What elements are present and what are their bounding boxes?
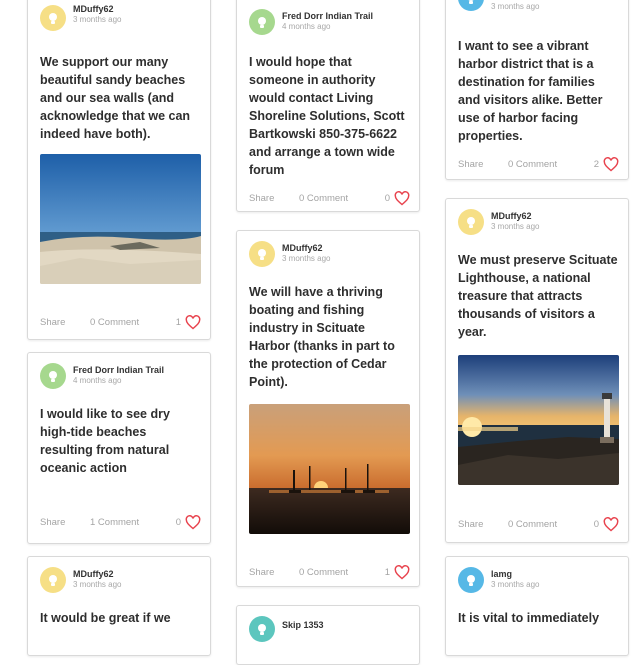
user-avatar[interactable]	[458, 567, 484, 593]
author-name[interactable]: MDuffy62	[73, 569, 114, 579]
user-avatar[interactable]	[40, 5, 66, 31]
comment-link[interactable]: 0 Comment	[299, 567, 348, 578]
author-name[interactable]: Fred Dorr Indian Trail	[73, 365, 164, 375]
post-time: 3 months ago	[491, 2, 540, 11]
user-avatar[interactable]	[249, 616, 275, 642]
share-link[interactable]: Share	[249, 193, 274, 204]
post-text: It is vital to immediately	[458, 611, 600, 625]
lightbulb-icon	[49, 13, 57, 24]
post-card[interactable]: MDuffy62 3 months ago We support our man…	[27, 0, 211, 340]
post-card[interactable]: MDuffy62 3 months ago It would be great …	[27, 556, 211, 656]
lightbulb-icon	[258, 624, 266, 635]
comment-link[interactable]: 0 Comment	[508, 159, 557, 170]
post-card[interactable]: Skip 1353	[236, 605, 420, 665]
post-photo[interactable]	[40, 154, 201, 284]
user-avatar[interactable]	[458, 0, 484, 11]
user-avatar[interactable]	[249, 241, 275, 267]
post-time: 3 months ago	[73, 15, 122, 24]
like-count: 0	[175, 517, 181, 528]
author-name[interactable]: MDuffy62	[491, 211, 532, 221]
post-text: I would hope that someone in authority w…	[249, 55, 405, 177]
post-time: 3 months ago	[73, 580, 122, 589]
author-name[interactable]: lamg	[491, 569, 512, 579]
share-link[interactable]: Share	[458, 159, 483, 170]
comment-link[interactable]: 0 Comment	[299, 193, 348, 204]
post-time: 3 months ago	[282, 254, 331, 263]
lightbulb-icon	[258, 249, 266, 260]
comment-link[interactable]: 0 Comment	[90, 317, 139, 328]
post-actions: Share 0 Comment 0	[458, 517, 619, 533]
post-text: I want to see a vibrant harbor district …	[458, 39, 603, 143]
post-text: I would like to see dry high-tide beache…	[40, 407, 170, 475]
author-name[interactable]: MDuffy62	[282, 243, 323, 253]
post-time: 3 months ago	[491, 580, 540, 589]
post-card[interactable]: MDuffy62 3 months ago We must preserve S…	[445, 198, 629, 543]
heart-icon[interactable]	[603, 517, 619, 532]
like-count: 1	[384, 567, 390, 578]
post-card[interactable]: Fred Dorr Indian Trail 4 months ago I wo…	[27, 352, 211, 544]
like-count: 0	[593, 519, 599, 530]
author-name[interactable]: Skip 1353	[282, 620, 324, 630]
lightbulb-icon	[49, 371, 57, 382]
comment-link[interactable]: 1 Comment	[90, 517, 139, 528]
post-actions: Share 0 Comment 1	[40, 315, 201, 331]
post-time: 4 months ago	[73, 376, 122, 385]
author-name[interactable]: Fred Dorr Indian Trail	[282, 11, 373, 21]
post-time: 4 months ago	[282, 22, 331, 31]
comment-link[interactable]: 0 Comment	[508, 519, 557, 530]
share-link[interactable]: Share	[458, 519, 483, 530]
post-time: 3 months ago	[491, 222, 540, 231]
lightbulb-icon	[467, 575, 475, 586]
lightbulb-icon	[467, 217, 475, 228]
share-link[interactable]: Share	[40, 517, 65, 528]
lightbulb-icon	[258, 17, 266, 28]
share-link[interactable]: Share	[249, 567, 274, 578]
post-card[interactable]: lamg 3 months ago It is vital to immedia…	[445, 556, 629, 656]
post-text: It would be great if we	[40, 611, 171, 625]
heart-icon[interactable]	[185, 515, 201, 530]
share-link[interactable]: Share	[40, 317, 65, 328]
like-count: 0	[384, 193, 390, 204]
post-actions: Share 1 Comment 0	[40, 515, 201, 531]
user-avatar[interactable]	[458, 209, 484, 235]
lightbulb-icon	[468, 0, 474, 4]
user-avatar[interactable]	[40, 363, 66, 389]
lightbulb-icon	[49, 575, 57, 586]
post-text: We support our many beautiful sandy beac…	[40, 55, 191, 141]
post-photo[interactable]	[249, 404, 410, 534]
like-count: 1	[175, 317, 181, 328]
heart-icon[interactable]	[394, 565, 410, 580]
post-photo[interactable]	[458, 355, 619, 485]
heart-icon[interactable]	[603, 157, 619, 172]
heart-icon[interactable]	[185, 315, 201, 330]
heart-icon[interactable]	[394, 191, 410, 206]
author-name[interactable]: MDuffy62	[73, 4, 114, 14]
like-count: 2	[593, 159, 599, 170]
post-card[interactable]: 3 months ago I want to see a vibrant har…	[445, 0, 629, 180]
post-card[interactable]: Fred Dorr Indian Trail 4 months ago I wo…	[236, 0, 420, 212]
user-avatar[interactable]	[40, 567, 66, 593]
post-actions: Share 0 Comment 1	[249, 565, 410, 581]
post-card[interactable]: MDuffy62 3 months ago We will have a thr…	[236, 230, 420, 587]
post-actions: Share 0 Comment 2	[458, 157, 619, 173]
user-avatar[interactable]	[249, 9, 275, 35]
post-actions: Share 0 Comment 0	[249, 191, 410, 207]
post-text: We will have a thriving boating and fish…	[249, 285, 395, 389]
post-text: We must preserve Scituate Lighthouse, a …	[458, 253, 618, 339]
